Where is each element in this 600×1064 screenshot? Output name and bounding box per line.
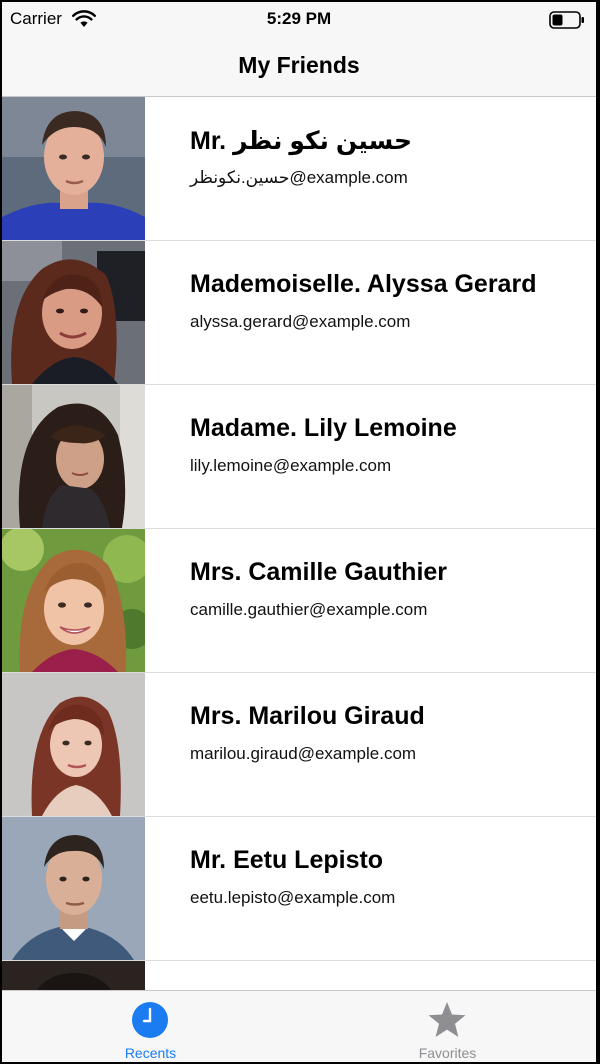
tab-bar: Recents Favorites (2, 990, 596, 1062)
friend-email: حسين.نكونظر@example.com (190, 168, 408, 187)
friend-name: Mrs. Marilou Giraud (190, 702, 425, 730)
star-icon (428, 1002, 466, 1037)
status-bar: Carrier 5:29 PM (2, 2, 596, 38)
avatar (2, 961, 145, 992)
tab-label: Favorites (418, 1045, 477, 1061)
friend-row[interactable]: Mrs. Camille Gauthier camille.gauthier@e… (2, 529, 596, 673)
avatar (2, 241, 145, 384)
friend-row[interactable]: Mrs. Marilou Giraud marilou.giraud@examp… (2, 673, 596, 817)
avatar (2, 385, 145, 528)
friend-email: camille.gauthier@example.com (190, 600, 428, 619)
avatar (2, 673, 145, 816)
tab-favorites[interactable]: Favorites (299, 991, 596, 1062)
app-screen: Carrier 5:29 PM My Friends Mr. حسين نكو … (2, 2, 596, 1062)
friend-row[interactable] (2, 961, 596, 992)
page-title: My Friends (238, 52, 360, 78)
friend-name: Mrs. Camille Gauthier (190, 558, 448, 586)
navigation-bar: My Friends (2, 38, 596, 97)
avatar (2, 97, 145, 240)
friend-name: Mr. Eetu Lepisto (190, 846, 384, 874)
friend-name: Madame. Lily Lemoine (190, 414, 457, 442)
avatar (2, 529, 145, 672)
battery-icon (549, 11, 584, 29)
friend-email: alyssa.gerard@example.com (190, 312, 411, 331)
friend-name: Mademoiselle. Alyssa Gerard (190, 270, 537, 298)
status-time: 5:29 PM (266, 9, 332, 28)
tab-label: Recents (124, 1045, 177, 1061)
friends-list[interactable]: Mr. حسين نكو نظر حسين.نكونظر@example.com (2, 97, 596, 992)
friend-row[interactable]: Mr. Eetu Lepisto eetu.lepisto@example.co… (2, 817, 596, 961)
avatar (2, 817, 145, 960)
friend-email: eetu.lepisto@example.com (190, 888, 396, 907)
tab-recents[interactable]: Recents (2, 991, 299, 1062)
friend-email: marilou.giraud@example.com (190, 744, 417, 763)
friend-row[interactable]: Madame. Lily Lemoine lily.lemoine@exampl… (2, 385, 596, 529)
friend-row[interactable]: Mademoiselle. Alyssa Gerard alyssa.gerar… (2, 241, 596, 385)
friend-row[interactable]: Mr. حسين نكو نظر حسين.نكونظر@example.com (2, 97, 596, 241)
clock-icon (132, 1002, 168, 1038)
friend-name: Mr. حسين نكو نظر (190, 127, 413, 155)
friend-email: lily.lemoine@example.com (190, 456, 392, 475)
